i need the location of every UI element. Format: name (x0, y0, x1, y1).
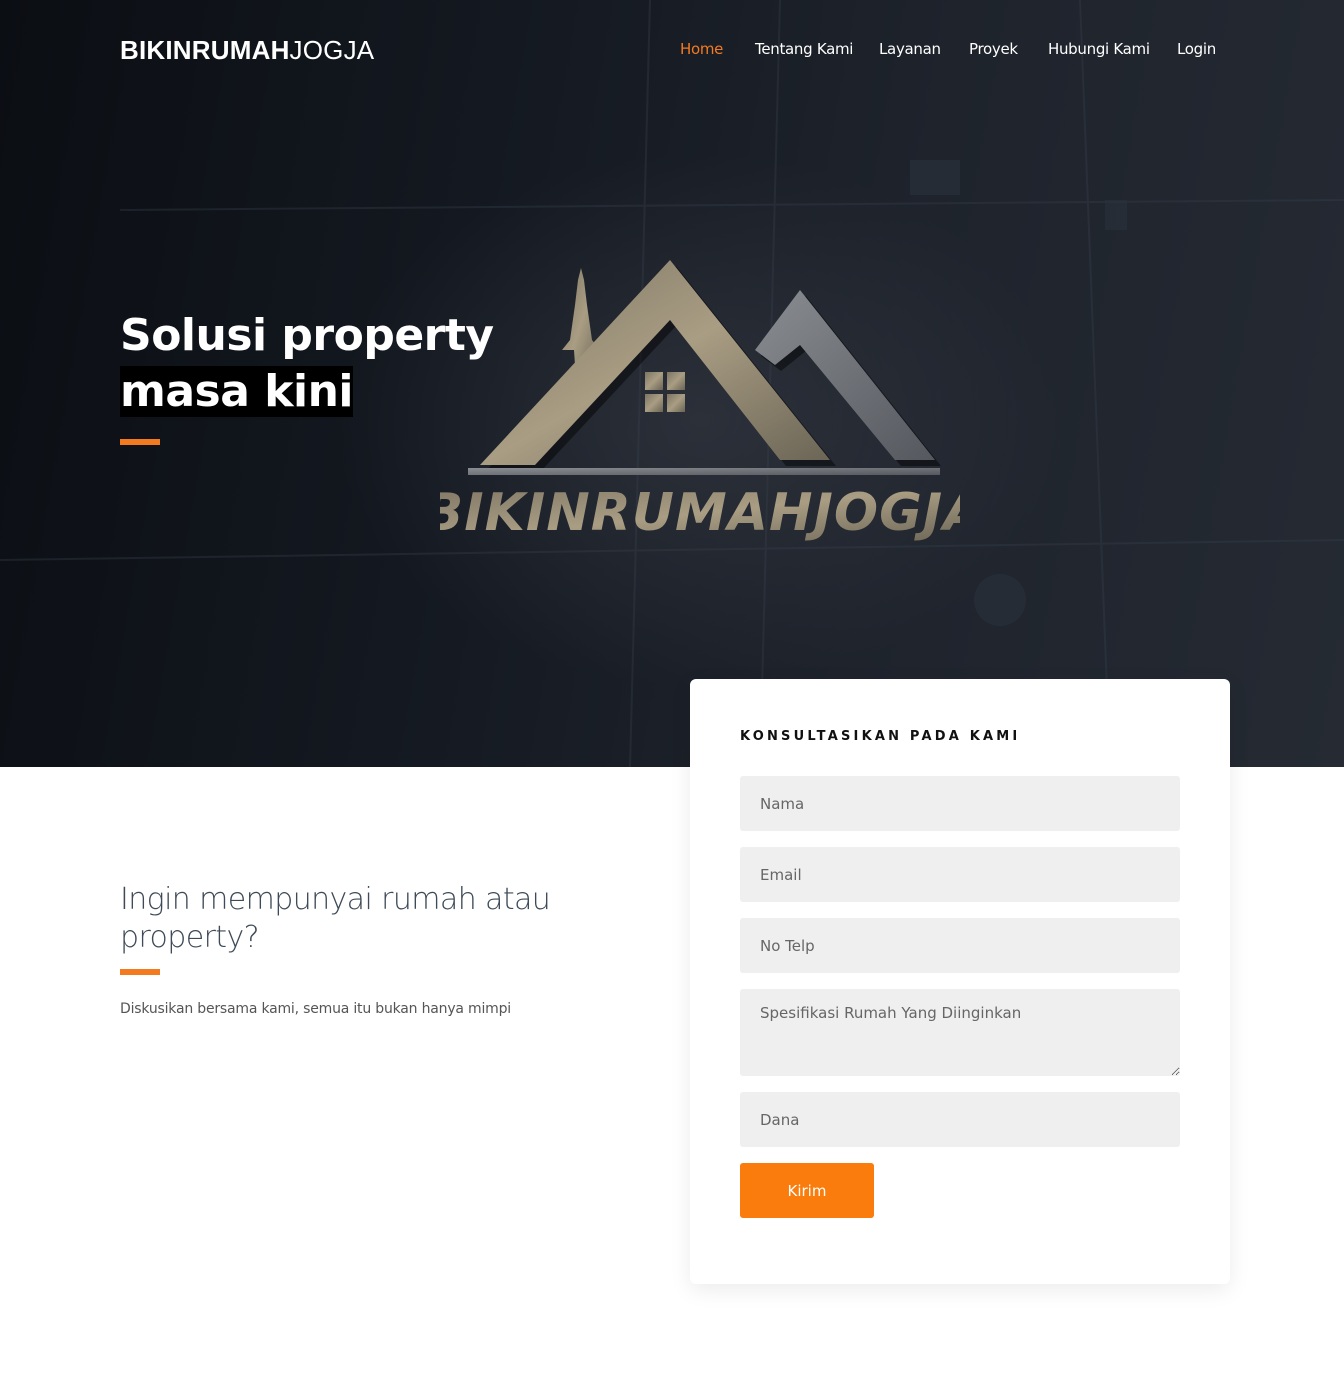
consultation-form: KONSULTASIKAN PADA KAMI Kirim (690, 679, 1230, 1284)
submit-button[interactable]: Kirim (740, 1163, 874, 1218)
brand-logo-bold: BIKINRUMAH (120, 35, 290, 65)
email-field[interactable] (740, 847, 1180, 902)
budget-field[interactable] (740, 1092, 1180, 1147)
nav-item-home[interactable]: Home (680, 40, 723, 58)
brand-logo-light: JOGJA (289, 35, 375, 65)
nav-item-proyek[interactable]: Proyek (969, 40, 1018, 58)
hero-section: BIKINRUMAHJOGJA Home Tentang Kami Layana… (0, 0, 1344, 767)
intro-heading: Ingin mempunyai rumah atau property? (120, 882, 551, 955)
intro-text: Diskusikan bersama kami, semua itu bukan… (120, 1001, 511, 1017)
hero-title-line-2: masa kini (120, 366, 354, 417)
nav-item-login[interactable]: Login (1177, 40, 1216, 58)
nav-item-layanan[interactable]: Layanan (879, 40, 941, 58)
brand-logo[interactable]: BIKINRUMAHJOGJA (120, 35, 374, 67)
house-spec-field[interactable] (740, 989, 1180, 1076)
brand-sign-text: BIKINRUMAHJOGJA (440, 483, 960, 543)
nav-item-hubungi-kami[interactable]: Hubungi Kami (1048, 40, 1150, 58)
intro-accent-bar (120, 969, 160, 975)
hero-title-line-1: Solusi property (120, 310, 494, 361)
hero-accent-bar (120, 439, 160, 445)
phone-field[interactable] (740, 918, 1180, 973)
hero-title: Solusi property masa kini (120, 308, 540, 420)
form-title: KONSULTASIKAN PADA KAMI (740, 729, 1021, 744)
nav-item-tentang-kami[interactable]: Tentang Kami (755, 40, 853, 58)
name-field[interactable] (740, 776, 1180, 831)
